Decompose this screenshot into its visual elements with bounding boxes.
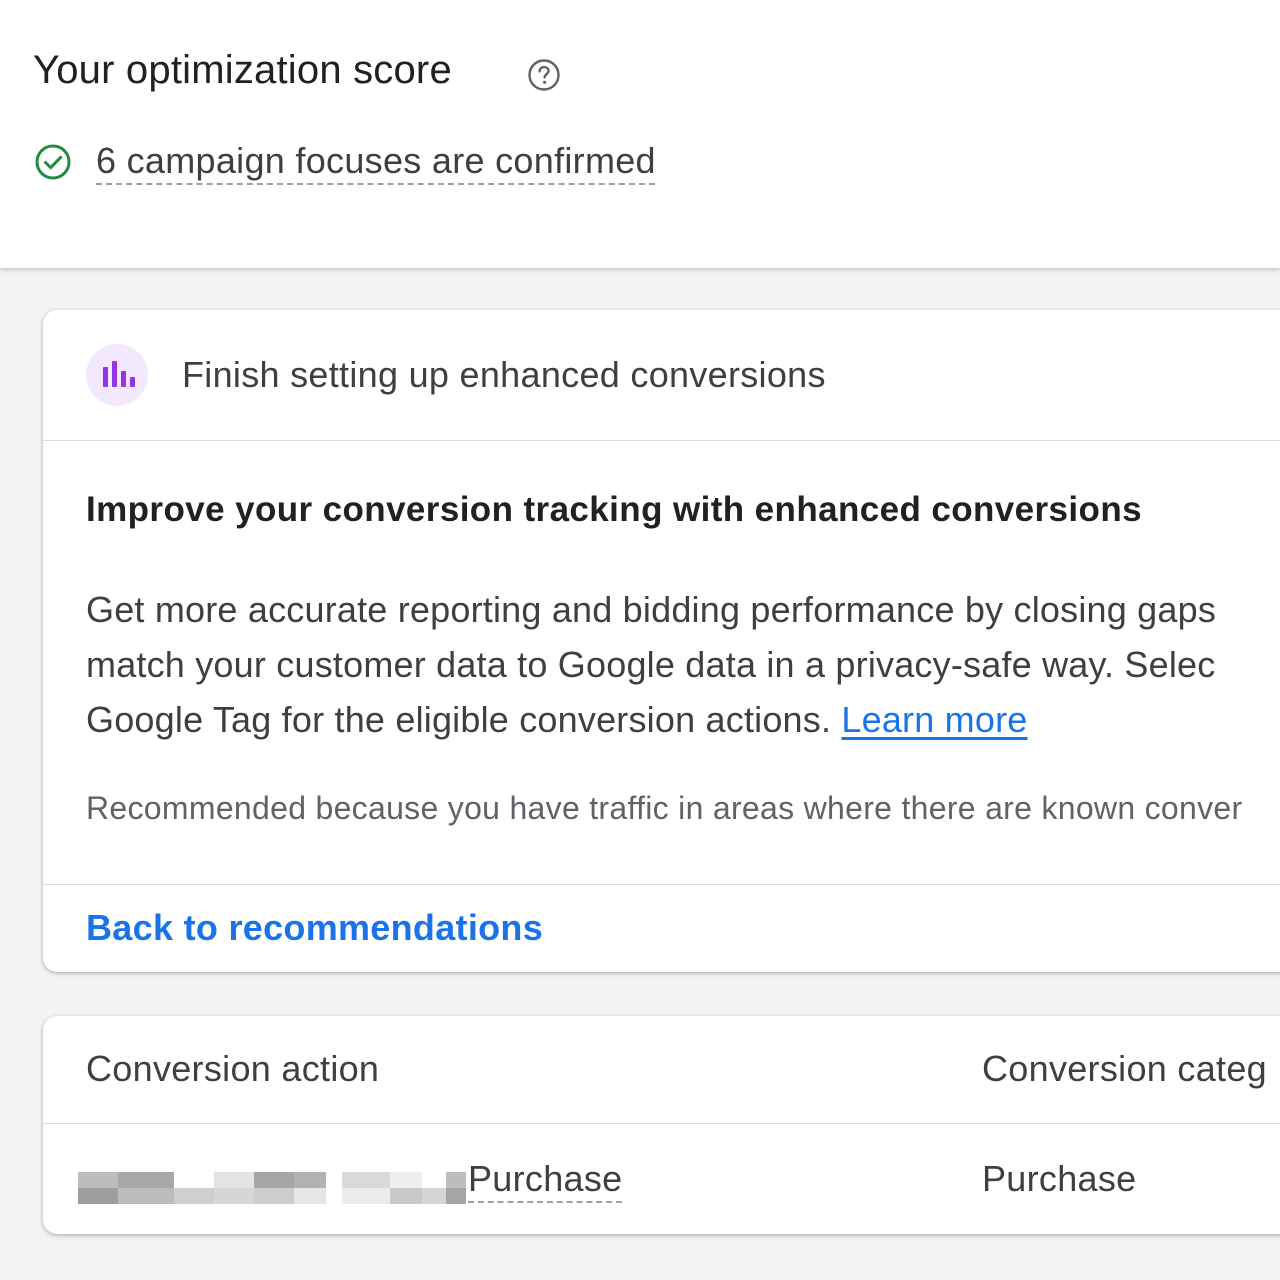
- recommendation-description: Get more accurate reporting and bidding …: [86, 582, 1280, 747]
- description-line: match your customer data to Google data …: [86, 644, 1216, 685]
- help-icon[interactable]: [527, 58, 561, 92]
- column-header-conversion-action[interactable]: Conversion action: [86, 1048, 379, 1090]
- column-header-conversion-category[interactable]: Conversion categ: [982, 1048, 1267, 1090]
- recommendation-card: Finish setting up enhanced conversions I…: [43, 310, 1280, 972]
- redacted-text: [78, 1172, 466, 1204]
- table-row[interactable]: Purchase Purchase: [43, 1124, 1280, 1234]
- optimization-score-panel: Your optimization score 6 campaign focus…: [0, 0, 1280, 268]
- campaign-focuses-link[interactable]: 6 campaign focuses are confirmed: [96, 140, 656, 182]
- bar-chart-icon: [86, 344, 148, 406]
- conversion-action-link[interactable]: Purchase: [468, 1158, 623, 1200]
- table-header: Conversion action Conversion categ: [43, 1016, 1280, 1124]
- description-line-text: Google Tag for the eligible conversion a…: [86, 699, 842, 740]
- recommendation-reason: Recommended because you have traffic in …: [86, 790, 1243, 826]
- card-footer: Back to recommendations: [43, 884, 1280, 972]
- conversion-actions-table: Conversion action Conversion categ Purch…: [43, 1016, 1280, 1234]
- description-line: Get more accurate reporting and bidding …: [86, 589, 1217, 630]
- conversion-category-cell: Purchase: [982, 1158, 1137, 1199]
- back-to-recommendations-button[interactable]: Back to recommendations: [86, 907, 543, 949]
- recommendation-title: Finish setting up enhanced conversions: [182, 354, 826, 395]
- description-line: Google Tag for the eligible conversion a…: [86, 692, 1280, 747]
- check-circle-icon: [34, 143, 72, 181]
- learn-more-link[interactable]: Learn more: [841, 699, 1027, 740]
- recommendation-header: Finish setting up enhanced conversions: [43, 310, 1280, 441]
- recommendation-heading: Improve your conversion tracking with en…: [86, 490, 1142, 529]
- page-title: Your optimization score: [33, 48, 452, 92]
